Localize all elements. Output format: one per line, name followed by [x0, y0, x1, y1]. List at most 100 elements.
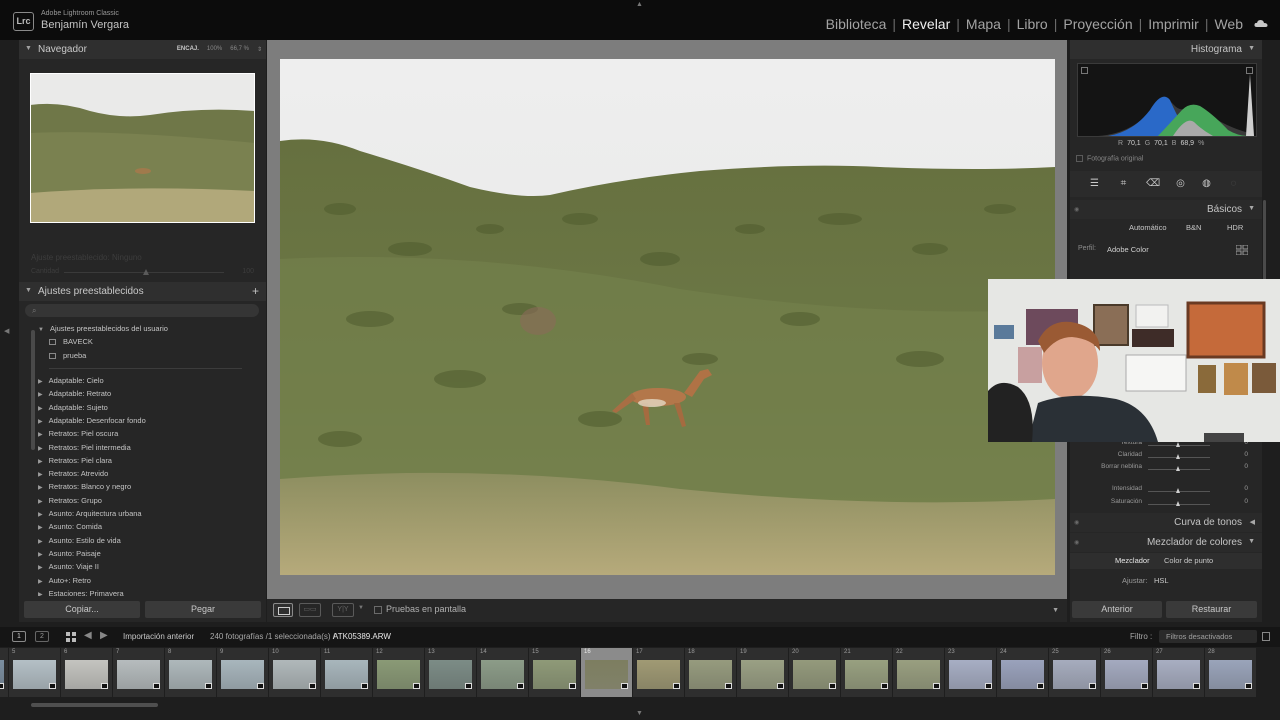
presets-icon[interactable]: ◌ [1227, 178, 1240, 190]
previous-button[interactable]: Anterior [1072, 601, 1162, 618]
preset-group-user[interactable]: ▼ Ajustes preestablecidos del usuario [38, 324, 168, 333]
hdr-button[interactable]: HDR [1227, 223, 1243, 232]
original-photo-toggle[interactable]: Fotografía original [1076, 155, 1143, 162]
preset-group[interactable]: ▶ Retratos: Piel oscura [38, 429, 118, 438]
filmstrip-scrollbar[interactable] [31, 703, 158, 707]
crop-icon[interactable]: ⌗ [1117, 178, 1130, 190]
preset-group[interactable]: ▶ Retratos: Atrevido [38, 469, 108, 478]
navigator-header[interactable]: ▼ Navegador ENCAJ. 100% 66,7 % ⇕ [19, 40, 266, 59]
filmstrip-cell[interactable]: 12 [373, 648, 424, 697]
collapse-triangle-icon[interactable]: ▼ [1248, 538, 1255, 545]
expand-triangle-icon[interactable]: ▶ [38, 432, 43, 438]
color-mixer-header[interactable]: ◉ Mezclador de colores ▼ [1070, 533, 1262, 552]
zoom-custom[interactable]: 66,7 % [230, 46, 249, 53]
expand-triangle-icon[interactable]: ▶ [38, 472, 43, 478]
filmstrip-cell[interactable]: 26 [1101, 648, 1152, 697]
navigator-view-frame[interactable] [30, 73, 255, 223]
preset-group[interactable]: ▶ Adaptable: Cielo [38, 376, 104, 385]
preset-group[interactable]: ▶ Adaptable: Desenfocar fondo [38, 416, 146, 425]
expand-triangle-icon[interactable]: ◀ [1250, 518, 1255, 526]
loupe-view-button[interactable] [273, 603, 293, 617]
secondary-window-button[interactable]: 2 [35, 631, 49, 642]
heal-icon[interactable]: ⌫ [1146, 178, 1160, 190]
preset-search-input[interactable]: ⌕ [25, 304, 259, 317]
preset-group[interactable]: ▶ Estaciones: Primavera [38, 589, 124, 596]
preset-group[interactable]: ▶ Asunto: Comida [38, 522, 102, 531]
before-after-view-button[interactable]: ▭▭ [299, 603, 321, 617]
main-photo[interactable] [280, 59, 1055, 575]
masking-icon[interactable]: ◍ [1200, 178, 1213, 190]
zoom-menu-icon[interactable]: ⇕ [257, 46, 262, 53]
preset-group[interactable]: ▶ Adaptable: Retrato [38, 389, 111, 398]
slider-value[interactable]: 0 [1244, 463, 1248, 470]
expand-triangle-icon[interactable]: ▶ [38, 539, 43, 545]
visibility-toggle-icon[interactable]: ◉ [1074, 539, 1079, 546]
filmstrip-cell[interactable]: 25 [1049, 648, 1100, 697]
presets-header[interactable]: ▼ Ajustes preestablecidos + [19, 282, 266, 301]
preset-group[interactable]: ▶ Retratos: Piel clara [38, 456, 112, 465]
softproof-checkbox[interactable] [374, 606, 382, 614]
main-window-button[interactable]: 1 [12, 631, 26, 642]
original-photo-checkbox[interactable] [1076, 155, 1083, 162]
highlight-clipping-indicator[interactable] [1246, 67, 1253, 74]
module-2[interactable]: Revelar [901, 16, 951, 32]
paste-settings-button[interactable]: Pegar [145, 601, 261, 618]
slider-knob[interactable] [1176, 501, 1180, 506]
filmstrip-cell[interactable]: 18 [685, 648, 736, 697]
current-filename[interactable]: ATK05389.ARW [333, 632, 391, 641]
expand-triangle-icon[interactable]: ▶ [38, 485, 43, 491]
point-color-tab[interactable]: Color de punto [1164, 556, 1213, 565]
filmstrip-cell[interactable]: 15 [529, 648, 580, 697]
collapse-triangle-icon[interactable]: ▼ [1248, 45, 1255, 52]
filmstrip-cell[interactable]: 8 [165, 648, 216, 697]
before-after-swap-button[interactable]: Y|Y [332, 603, 354, 617]
module-3[interactable]: Mapa [965, 16, 1002, 32]
profile-browser-grid-icon[interactable] [1236, 245, 1248, 255]
expand-triangle-icon[interactable]: ▶ [38, 419, 43, 425]
preset-item[interactable]: BAVECK [49, 337, 93, 346]
basic-header[interactable]: ◉ Básicos ▼ [1070, 200, 1262, 219]
filmstrip-cell[interactable]: 13 [425, 648, 476, 697]
filmstrip-cell[interactable]: 16 [581, 648, 632, 697]
expand-triangle-icon[interactable]: ▶ [38, 379, 43, 385]
expand-triangle-icon[interactable]: ▼ [38, 327, 44, 333]
tone-curve-header[interactable]: ◉ Curva de tonos ◀ [1070, 513, 1262, 532]
expand-triangle-icon[interactable]: ▶ [38, 446, 43, 452]
preset-group[interactable]: ▶ Auto+: Retro [38, 576, 91, 585]
filter-dropdown[interactable]: Filtros desactivados [1159, 630, 1257, 643]
back-arrow-icon[interactable]: ◀ [84, 630, 92, 641]
preset-group[interactable]: ▶ Asunto: Viaje II [38, 562, 99, 571]
filmstrip-cell[interactable]: 17 [633, 648, 684, 697]
zoom-fit[interactable]: ENCAJ. [177, 46, 199, 53]
filmstrip-cell[interactable]: 21 [841, 648, 892, 697]
preset-group[interactable]: ▶ Adaptable: Sujeto [38, 403, 108, 412]
filmstrip-cell[interactable]: 6 [61, 648, 112, 697]
preset-amount-knob[interactable] [143, 269, 149, 275]
preset-group[interactable]: ▶ Asunto: Arquitectura urbana [38, 509, 142, 518]
collapse-bottom-arrow-icon[interactable]: ▼ [636, 710, 643, 717]
collapse-triangle-icon[interactable]: ▼ [25, 287, 32, 294]
mixer-tab[interactable]: Mezclador [1115, 556, 1150, 565]
filmstrip-cell[interactable]: 9 [217, 648, 268, 697]
collapse-left-arrow-icon[interactable]: ◀ [4, 327, 9, 335]
slider-value[interactable]: 0 [1244, 498, 1248, 505]
auto-button[interactable]: Automático [1129, 223, 1167, 232]
filmstrip-cell[interactable]: 10 [269, 648, 320, 697]
preset-group[interactable]: ▶ Retratos: Blanco y negro [38, 482, 131, 491]
profile-dropdown[interactable]: Adobe Color [1107, 245, 1149, 254]
filmstrip-cell[interactable]: 19 [737, 648, 788, 697]
expand-triangle-icon[interactable]: ▶ [38, 406, 43, 412]
filmstrip-cell[interactable]: 24 [997, 648, 1048, 697]
navigator-preview[interactable] [30, 73, 255, 223]
module-4[interactable]: Libro [1016, 16, 1049, 32]
expand-triangle-icon[interactable]: ▶ [38, 512, 43, 518]
filmstrip-cell[interactable] [0, 648, 8, 697]
filmstrip-cell[interactable]: 7 [113, 648, 164, 697]
filmstrip-cell[interactable]: 22 [893, 648, 944, 697]
slider-knob[interactable] [1176, 466, 1180, 471]
expand-triangle-icon[interactable]: ▶ [38, 459, 43, 465]
module-1[interactable]: Biblioteca [825, 16, 888, 32]
filter-lock-icon[interactable] [1262, 632, 1270, 641]
adjust-dropdown[interactable]: HSL [1154, 576, 1169, 585]
collapse-triangle-icon[interactable]: ▼ [1248, 205, 1255, 212]
